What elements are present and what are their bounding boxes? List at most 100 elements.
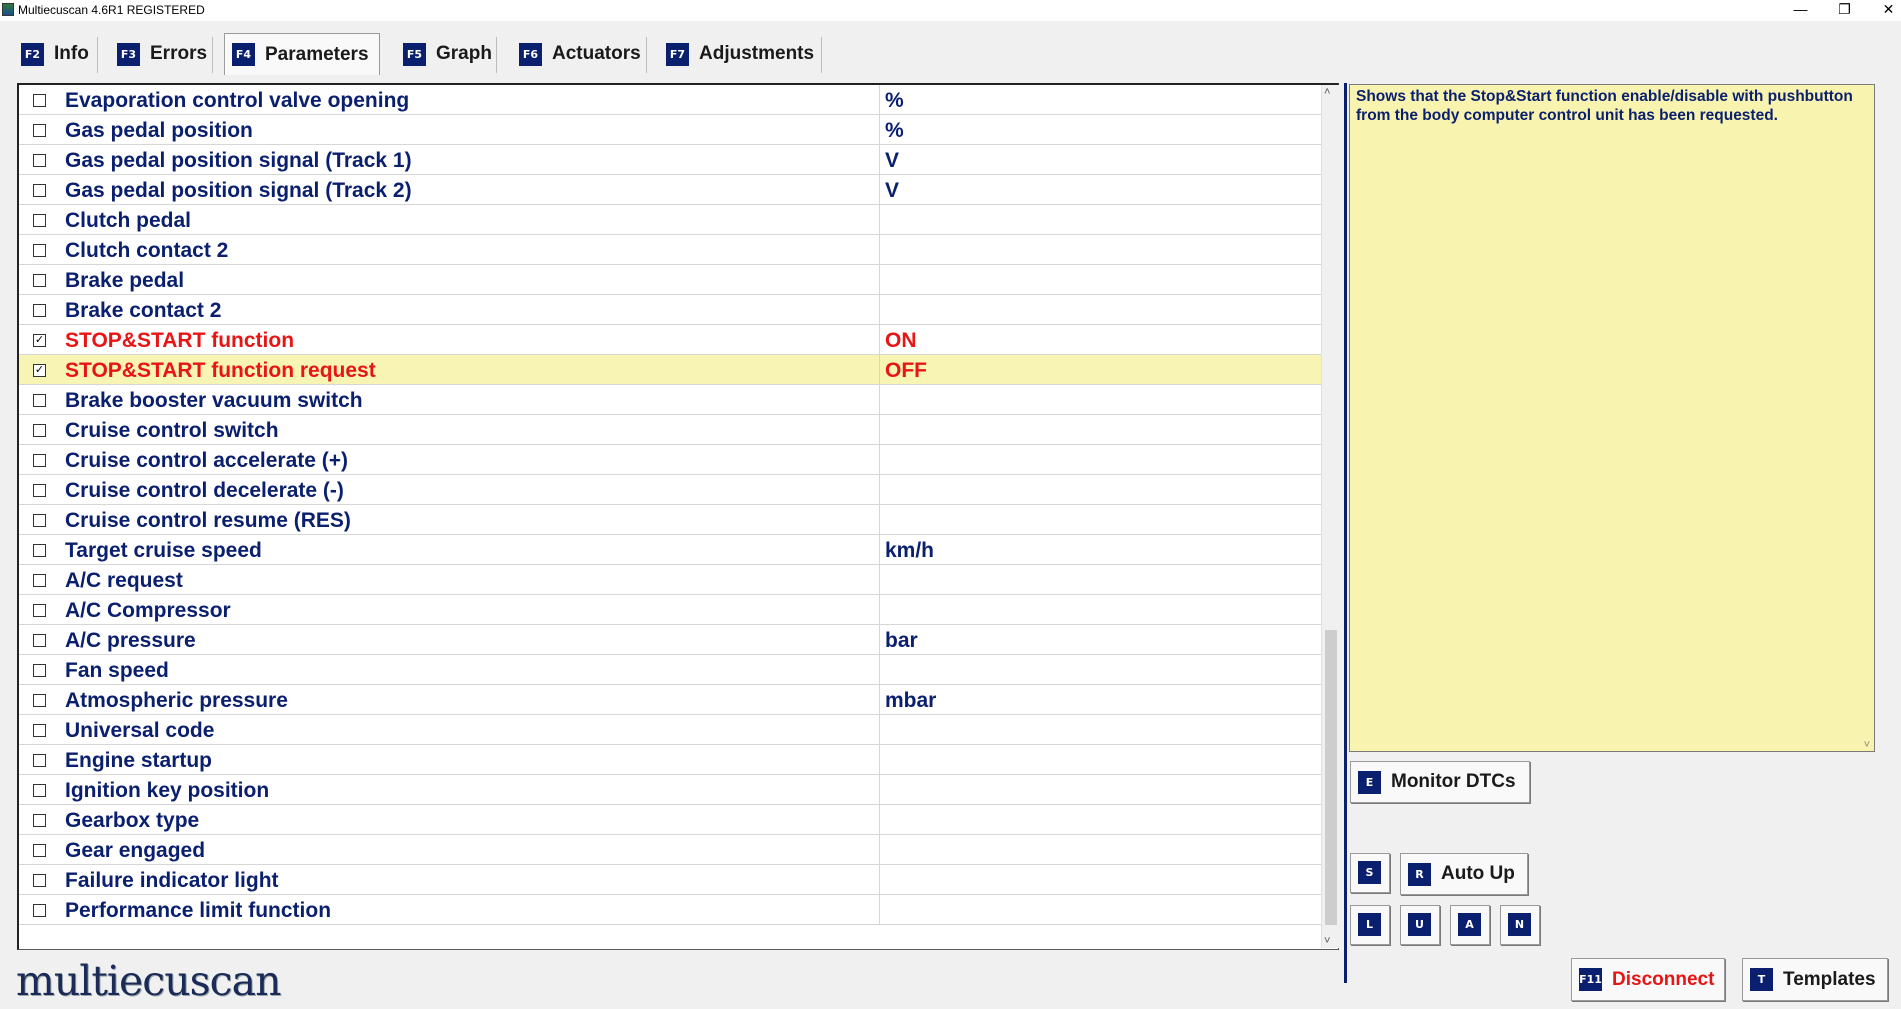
table-row[interactable]: Fan speed [19, 655, 1321, 685]
parameter-name: Failure indicator light [65, 869, 279, 892]
parameters-scrollbar[interactable]: ˄ ˅ [1321, 85, 1339, 948]
column-separator [879, 385, 880, 415]
table-row[interactable]: Gas pedal position% [19, 115, 1321, 145]
checkbox-checked[interactable]: ✓ [33, 364, 46, 377]
checkbox[interactable] [33, 814, 46, 827]
n-button[interactable]: N [1500, 905, 1540, 945]
checkbox-checked[interactable]: ✓ [33, 334, 46, 347]
checkbox[interactable] [33, 844, 46, 857]
column-separator [879, 685, 880, 715]
u-button[interactable]: U [1400, 905, 1440, 945]
checkbox[interactable] [33, 664, 46, 677]
checkbox[interactable] [33, 604, 46, 617]
checkbox[interactable] [33, 544, 46, 557]
table-row[interactable]: Gas pedal position signal (Track 1) V [19, 145, 1321, 175]
column-separator [879, 595, 880, 625]
parameter-name: A/C request [65, 569, 183, 592]
checkbox[interactable] [33, 754, 46, 767]
table-row[interactable]: Brake booster vacuum switch [19, 385, 1321, 415]
tab-graph[interactable]: F5 Graph [396, 33, 497, 75]
checkbox[interactable] [33, 484, 46, 497]
close-button[interactable]: ✕ [1866, 0, 1901, 21]
window-title: Multiecuscan 4.6R1 REGISTERED [18, 3, 205, 17]
parameter-name: Fan speed [65, 659, 169, 682]
auto-up-button[interactable]: R Auto Up [1400, 853, 1528, 895]
tab-parameters[interactable]: F4 Parameters [224, 33, 380, 75]
parameter-name: Brake booster vacuum switch [65, 389, 363, 412]
table-row[interactable]: Gear engaged [19, 835, 1321, 865]
table-row[interactable]: Cruise control accelerate (+) [19, 445, 1321, 475]
checkbox[interactable] [33, 274, 46, 287]
checkbox[interactable] [33, 454, 46, 467]
tab-errors[interactable]: F3 Errors [110, 33, 213, 75]
checkbox[interactable] [33, 244, 46, 257]
checkbox[interactable] [33, 94, 46, 107]
column-separator [879, 235, 880, 265]
table-row[interactable]: Evaporation control valve opening% [19, 85, 1321, 115]
column-separator [879, 445, 880, 475]
key-r-icon: R [1408, 862, 1431, 886]
disconnect-label: Disconnect [1612, 968, 1715, 990]
table-row[interactable]: Failure indicator light [19, 865, 1321, 895]
table-row[interactable]: A/C pressure bar [19, 625, 1321, 655]
table-row[interactable]: ✓ STOP&START function ON [19, 325, 1321, 355]
tab-actuators[interactable]: F6 Actuators [512, 33, 647, 75]
parameter-name: Clutch contact 2 [65, 239, 229, 262]
tab-info[interactable]: F2 Info [14, 33, 98, 75]
checkbox[interactable] [33, 124, 46, 137]
scroll-up-icon[interactable]: ˄ [1324, 86, 1330, 98]
table-row[interactable]: Brake contact 2 [19, 295, 1321, 325]
table-row[interactable]: ✓ STOP&START function request OFF [19, 355, 1321, 385]
table-row[interactable]: Ignition key position [19, 775, 1321, 805]
scroll-down-icon[interactable]: ˅ [1324, 935, 1330, 947]
parameter-name: Atmospheric pressure [65, 689, 288, 712]
table-row[interactable]: Gearbox type [19, 805, 1321, 835]
checkbox[interactable] [33, 184, 46, 197]
table-row[interactable]: Cruise control switch [19, 415, 1321, 445]
checkbox[interactable] [33, 424, 46, 437]
minimize-button[interactable]: — [1778, 0, 1823, 21]
checkbox[interactable] [33, 724, 46, 737]
table-row[interactable]: Universal code [19, 715, 1321, 745]
parameter-name: Cruise control switch [65, 419, 279, 442]
checkbox[interactable] [33, 214, 46, 227]
table-row[interactable]: Cruise control decelerate (-) [19, 475, 1321, 505]
checkbox[interactable] [33, 904, 46, 917]
column-separator [879, 565, 880, 595]
table-row[interactable]: Clutch contact 2 [19, 235, 1321, 265]
l-button[interactable]: L [1350, 905, 1390, 945]
column-separator [879, 355, 880, 385]
tab-adjustments[interactable]: F7 Adjustments [659, 33, 822, 75]
parameter-name: Target cruise speed [65, 539, 262, 562]
table-row[interactable]: Engine startup [19, 745, 1321, 775]
table-row[interactable]: Gas pedal position signal (Track 2) V [19, 175, 1321, 205]
table-row[interactable]: Target cruise speed km/h [19, 535, 1321, 565]
column-separator [879, 775, 880, 805]
table-row[interactable]: Performance limit function [19, 895, 1321, 925]
s-button[interactable]: S [1350, 853, 1390, 893]
description-scroll-down-icon[interactable]: ˅ [1864, 739, 1870, 751]
disconnect-button[interactable]: F11 Disconnect [1571, 958, 1725, 1001]
checkbox[interactable] [33, 574, 46, 587]
monitor-dtcs-button[interactable]: E Monitor DTCs [1350, 761, 1530, 803]
table-row[interactable]: A/C request [19, 565, 1321, 595]
checkbox[interactable] [33, 304, 46, 317]
scroll-thumb[interactable] [1325, 630, 1337, 925]
table-row[interactable]: Clutch pedal [19, 205, 1321, 235]
checkbox[interactable] [33, 694, 46, 707]
table-row[interactable]: Cruise control resume (RES) [19, 505, 1321, 535]
column-separator [879, 895, 880, 925]
checkbox[interactable] [33, 514, 46, 527]
tab-label: Adjustments [699, 43, 815, 64]
checkbox[interactable] [33, 394, 46, 407]
table-row[interactable]: Brake pedal [19, 265, 1321, 295]
table-row[interactable]: A/C Compressor [19, 595, 1321, 625]
templates-button[interactable]: T Templates [1742, 958, 1888, 1001]
checkbox[interactable] [33, 154, 46, 167]
checkbox[interactable] [33, 634, 46, 647]
checkbox[interactable] [33, 784, 46, 797]
a-button[interactable]: A [1450, 905, 1490, 945]
table-row[interactable]: Atmospheric pressure mbar [19, 685, 1321, 715]
restore-button[interactable]: ❐ [1822, 0, 1867, 21]
checkbox[interactable] [33, 874, 46, 887]
